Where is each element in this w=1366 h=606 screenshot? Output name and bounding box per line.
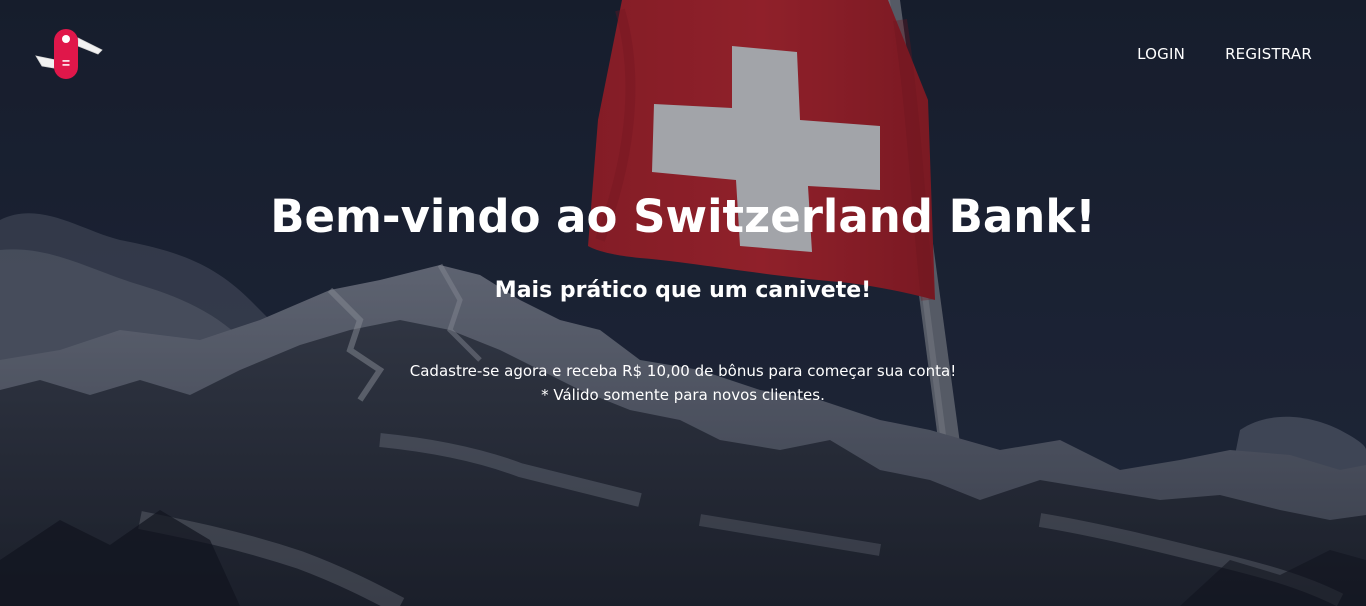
hero-content: Bem-vindo ao Switzerland Bank! Mais prát… (0, 185, 1366, 407)
login-link[interactable]: LOGIN (1137, 44, 1185, 64)
promo-text: Cadastre-se agora e receba R$ 10,00 de b… (409, 362, 957, 380)
promo-note: * Válido somente para novos clientes. (541, 386, 825, 404)
hero-section: LOGIN REGISTRAR Bem-vindo ao Switzerland… (0, 0, 1366, 606)
hero-title: Bem-vindo ao Switzerland Bank! (270, 190, 1096, 243)
swiss-army-knife-icon[interactable] (34, 26, 106, 84)
top-nav: LOGIN REGISTRAR (1137, 44, 1312, 64)
hero-subtitle: Mais prático que um canivete! (494, 278, 872, 303)
register-link[interactable]: REGISTRAR (1225, 44, 1312, 64)
